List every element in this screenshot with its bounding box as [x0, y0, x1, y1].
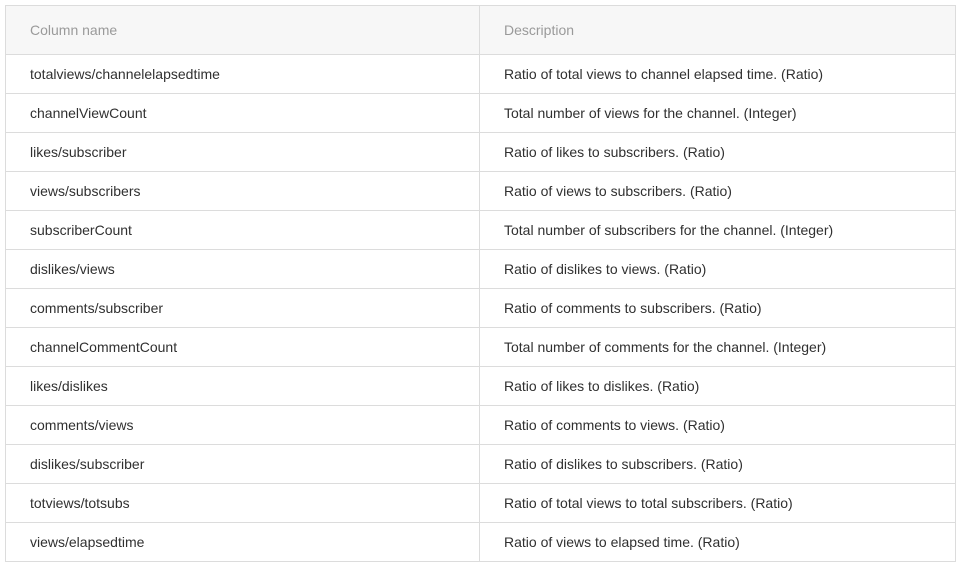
column-description-table: Column name Description totalviews/chann…	[5, 5, 956, 562]
cell-column-name: likes/dislikes	[5, 366, 480, 406]
table-row: dislikes/views Ratio of dislikes to view…	[5, 249, 956, 289]
cell-description: Total number of comments for the channel…	[479, 327, 956, 367]
table-row: views/subscribers Ratio of views to subs…	[5, 171, 956, 211]
cell-description: Ratio of views to elapsed time. (Ratio)	[479, 522, 956, 562]
cell-column-name: totalviews/channelelapsedtime	[5, 54, 480, 94]
cell-description: Ratio of dislikes to views. (Ratio)	[479, 249, 956, 289]
cell-column-name: channelCommentCount	[5, 327, 480, 367]
cell-column-name: views/subscribers	[5, 171, 480, 211]
table-row: totalviews/channelelapsedtime Ratio of t…	[5, 54, 956, 94]
cell-description: Ratio of comments to subscribers. (Ratio…	[479, 288, 956, 328]
cell-column-name: dislikes/subscriber	[5, 444, 480, 484]
table-row: dislikes/subscriber Ratio of dislikes to…	[5, 444, 956, 484]
table-row: likes/subscriber Ratio of likes to subsc…	[5, 132, 956, 172]
cell-description: Total number of views for the channel. (…	[479, 93, 956, 133]
cell-description: Ratio of dislikes to subscribers. (Ratio…	[479, 444, 956, 484]
table-row: comments/subscriber Ratio of comments to…	[5, 288, 956, 328]
cell-description: Ratio of total views to total subscriber…	[479, 483, 956, 523]
cell-description: Ratio of total views to channel elapsed …	[479, 54, 956, 94]
cell-column-name: comments/views	[5, 405, 480, 445]
cell-column-name: totviews/totsubs	[5, 483, 480, 523]
table-row: comments/views Ratio of comments to view…	[5, 405, 956, 445]
table-row: channelViewCount Total number of views f…	[5, 93, 956, 133]
cell-description: Ratio of comments to views. (Ratio)	[479, 405, 956, 445]
cell-column-name: comments/subscriber	[5, 288, 480, 328]
cell-description: Ratio of views to subscribers. (Ratio)	[479, 171, 956, 211]
cell-column-name: dislikes/views	[5, 249, 480, 289]
table-header: Column name Description	[5, 5, 956, 55]
column-description-table-container: Column name Description totalviews/chann…	[5, 5, 956, 562]
cell-description: Ratio of likes to dislikes. (Ratio)	[479, 366, 956, 406]
cell-description: Ratio of likes to subscribers. (Ratio)	[479, 132, 956, 172]
cell-column-name: subscriberCount	[5, 210, 480, 250]
cell-description: Total number of subscribers for the chan…	[479, 210, 956, 250]
table-row: subscriberCount Total number of subscrib…	[5, 210, 956, 250]
cell-column-name: likes/subscriber	[5, 132, 480, 172]
table-row: likes/dislikes Ratio of likes to dislike…	[5, 366, 956, 406]
header-row: Column name Description	[5, 5, 956, 55]
cell-column-name: channelViewCount	[5, 93, 480, 133]
table-row: views/elapsedtime Ratio of views to elap…	[5, 522, 956, 562]
cell-column-name: views/elapsedtime	[5, 522, 480, 562]
table-body: totalviews/channelelapsedtime Ratio of t…	[5, 54, 956, 562]
table-row: totviews/totsubs Ratio of total views to…	[5, 483, 956, 523]
header-column-name: Column name	[5, 5, 480, 55]
header-description: Description	[479, 5, 956, 55]
table-row: channelCommentCount Total number of comm…	[5, 327, 956, 367]
